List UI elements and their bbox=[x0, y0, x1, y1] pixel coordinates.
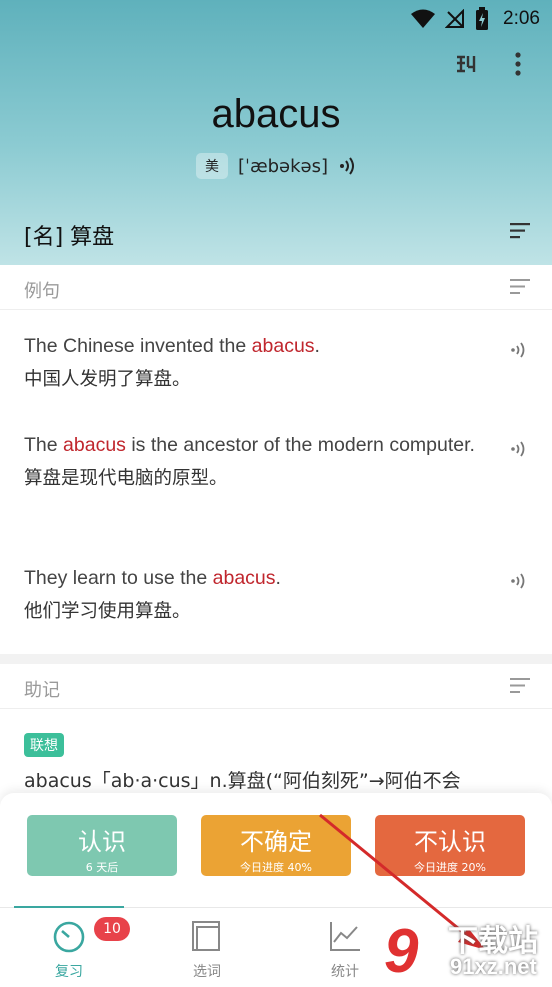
watermark-url: 91xz.net bbox=[450, 954, 537, 979]
site-watermark: 9 下载站 91xz.net bbox=[380, 912, 552, 986]
watermark-logo: 9 bbox=[384, 917, 419, 986]
annotation-arrow bbox=[319, 813, 486, 950]
